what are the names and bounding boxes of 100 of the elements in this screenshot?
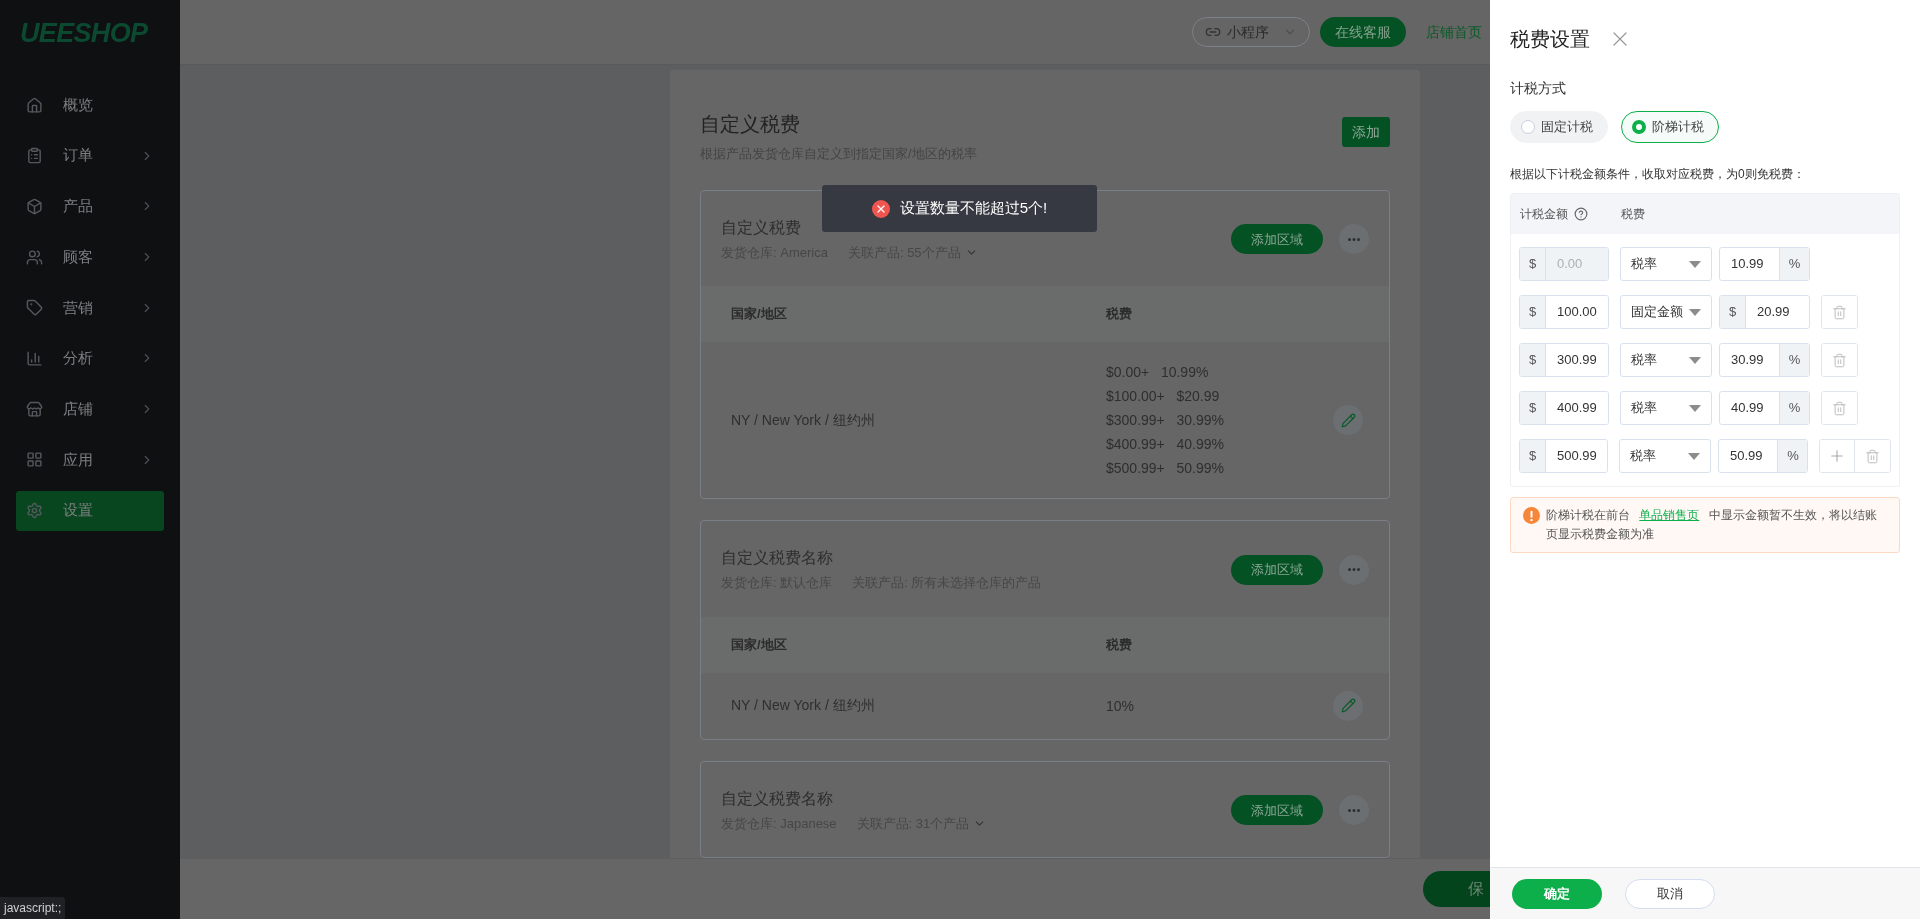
box-icon — [26, 197, 43, 215]
caret-icon — [1689, 404, 1701, 412]
column-header: 计税金额 — [1520, 205, 1621, 223]
sidebar-item-label: 分析 — [63, 348, 93, 369]
column-header: 国家/地区 — [731, 305, 788, 324]
more-button[interactable] — [1339, 795, 1369, 826]
sidebar-item-label: 概览 — [63, 94, 93, 115]
tax-value: 50.99 — [1729, 447, 1764, 466]
percent-suffix: % — [1777, 440, 1808, 472]
clipboard-icon — [26, 147, 43, 165]
sidebar-item[interactable]: 产品 — [16, 186, 164, 227]
product-page-link[interactable]: 单品销售页 — [1639, 508, 1700, 522]
sidebar-item[interactable]: 分析 — [16, 338, 164, 379]
tax-value-field[interactable]: 10.99 % — [1719, 247, 1810, 281]
tax-value-field[interactable]: 30.99 % — [1719, 343, 1810, 377]
amount-value: 0.00 — [1546, 248, 1608, 280]
caret-icon — [1688, 452, 1700, 460]
amount-field[interactable]: $ 100.00 — [1519, 295, 1609, 329]
trash-icon — [1832, 352, 1847, 368]
more-icon — [1348, 808, 1360, 812]
caret-icon — [1689, 308, 1701, 316]
trash-icon — [1832, 400, 1847, 416]
page-title: 自定义税费 — [700, 112, 801, 137]
tax-type-select[interactable]: 税率 — [1620, 247, 1712, 281]
column-header: 税费 — [1106, 305, 1132, 324]
percent-suffix: % — [1779, 344, 1809, 376]
settings-icon — [26, 502, 43, 519]
more-button[interactable] — [1339, 224, 1369, 255]
tax-value: 20.99 — [1756, 303, 1791, 322]
notice-text: 阶梯计税在前台 单品销售页 中显示金额暂不生效，将以结账页显示税费金额为准 — [1546, 507, 1878, 543]
error-icon — [871, 199, 890, 218]
add-region-button[interactable]: 添加区域 — [1231, 224, 1323, 255]
more-icon — [1348, 237, 1360, 241]
confirm-button[interactable]: 确定 — [1512, 878, 1602, 909]
column-header: 税费 — [1106, 635, 1132, 654]
sidebar-item[interactable]: 订单 — [16, 135, 164, 176]
trash-icon — [1865, 448, 1881, 464]
sidebar-item[interactable]: 顾客 — [16, 237, 164, 278]
tax-value: 40.99 — [1730, 399, 1765, 418]
tax-value-field[interactable]: $ 20.99 — [1719, 295, 1810, 329]
method-label: 计税方式 — [1510, 79, 1567, 98]
users-icon — [26, 248, 43, 266]
add-region-button[interactable]: 添加区域 — [1231, 554, 1323, 585]
add-tier-button[interactable] — [1820, 440, 1856, 472]
toast-message: 设置数量不能超过5个! — [899, 198, 1048, 219]
tax-value-field[interactable]: 50.99 % — [1718, 439, 1809, 473]
amount-field[interactable]: $ 500.99 — [1519, 439, 1609, 473]
delete-tier-button[interactable] — [1822, 296, 1857, 328]
more-button[interactable] — [1339, 554, 1369, 585]
amount-field[interactable]: $ 400.99 — [1519, 391, 1609, 425]
tax-line: $300.99+ 30.99% — [1106, 411, 1224, 430]
store-icon — [26, 400, 43, 418]
add-region-button[interactable]: 添加区域 — [1231, 795, 1323, 826]
sidebar-item[interactable]: 应用 — [16, 439, 164, 480]
drawer-title: 税费设置 — [1510, 27, 1590, 52]
percent-suffix: % — [1779, 392, 1809, 424]
sidebar-item-label: 店铺 — [63, 398, 93, 419]
add-button[interactable]: 添加 — [1342, 117, 1390, 147]
sidebar-item-label: 营销 — [63, 297, 93, 318]
edit-button[interactable] — [1333, 690, 1363, 721]
sidebar-item-label: 设置 — [63, 500, 93, 521]
tax-type-select[interactable]: 固定金额 — [1620, 295, 1712, 329]
currency-prefix: $ — [1520, 392, 1546, 424]
amount-field[interactable]: $ 0.00 — [1519, 247, 1609, 281]
currency-prefix: $ — [1520, 344, 1546, 376]
save-button[interactable]: 保 — [1423, 871, 1490, 907]
tax-type-select[interactable]: 税率 — [1620, 343, 1712, 377]
warning-icon — [1523, 507, 1540, 524]
tax-line: $500.99+ 50.99% — [1106, 459, 1224, 478]
caret-icon — [1689, 260, 1701, 268]
currency-prefix: $ — [1520, 248, 1546, 280]
amount-field[interactable]: $ 300.99 — [1519, 343, 1609, 377]
pencil-icon — [1340, 698, 1356, 713]
sidebar-item-label: 订单 — [63, 145, 93, 166]
trash-icon — [1832, 304, 1847, 320]
delete-tier-button[interactable] — [1822, 344, 1857, 376]
delete-tier-button[interactable] — [1822, 392, 1857, 424]
tax-method-radio[interactable]: 阶梯计税 — [1621, 111, 1719, 143]
tax-type-select[interactable]: 税率 — [1619, 439, 1711, 473]
column-header: 国家/地区 — [731, 635, 788, 654]
tax-method-radio[interactable]: 固定计税 — [1510, 111, 1608, 143]
sidebar-item[interactable]: 营销 — [16, 287, 164, 328]
more-icon — [1348, 568, 1360, 572]
column-header: 税费 — [1621, 206, 1645, 223]
tax-line: $400.99+ 40.99% — [1106, 435, 1224, 454]
pencil-icon — [1340, 412, 1356, 428]
grid-icon — [26, 451, 43, 469]
support-button[interactable]: 在线客服 — [1320, 17, 1406, 47]
tax-type-select[interactable]: 税率 — [1620, 391, 1712, 425]
sidebar-item[interactable]: 店铺 — [16, 389, 164, 430]
currency-prefix: $ — [1520, 296, 1546, 328]
sidebar-item[interactable]: 概览 — [16, 85, 164, 125]
sidebar-item[interactable]: 设置 — [16, 490, 164, 531]
tax-value: 30.99 — [1730, 351, 1765, 370]
edit-button[interactable] — [1333, 405, 1363, 435]
link-tooltip: javascript:; — [0, 897, 66, 919]
home-icon — [26, 96, 43, 114]
tag-icon — [26, 299, 43, 317]
tax-value-field[interactable]: 40.99 % — [1719, 391, 1810, 425]
cancel-button[interactable]: 取消 — [1625, 878, 1715, 909]
